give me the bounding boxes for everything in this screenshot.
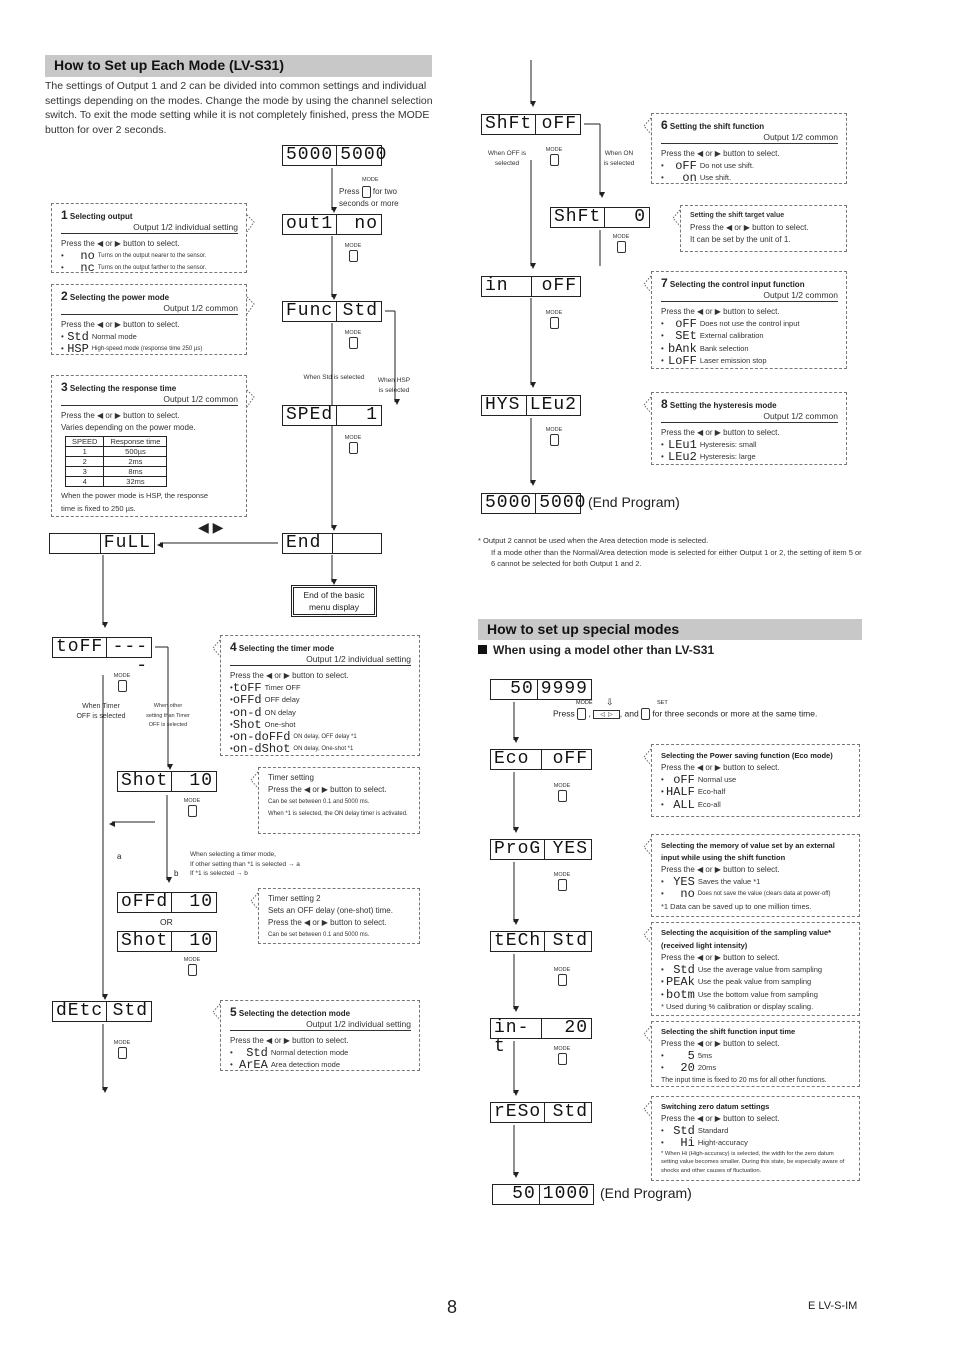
special-press-instruction: MODE ⇩ SET Press , ◁ ▷, and for three se… [553,697,818,720]
special-section-title: How to set up special modes [478,619,862,640]
setting-box-6: 6 Setting the shift function Output 1/2 … [651,113,847,185]
setting-box-1: 1 Selecting output Output 1/2 individual… [51,203,247,275]
lcd-display-eco: Eco oFF [490,749,592,770]
label-b: b [174,869,179,878]
eco-mode-box: Selecting the Power saving function (Eco… [651,744,860,817]
timer-setting-2-box: Timer setting 2 Sets an OFF delay (one-s… [258,888,420,944]
lcd-display-end: 50 1000 [492,1184,594,1205]
when-timer-off-label: When Timer OFF is selected [76,703,126,720]
set-button-icon [641,708,651,720]
end-basic-menu-note: End of the basic menu display [291,585,377,617]
mode-button-icon: MODE [611,234,631,253]
mode-button-icon: MODE [552,783,572,802]
memory-box: Selecting the memory of value set by an … [651,834,860,917]
zero-datum-box: Switching zero datum settings Press the … [651,1096,860,1181]
when-std-label: When Std is selected [303,374,365,381]
lcd-display-end: 5000 5000 [481,493,585,514]
mode-button-icon: MODE [544,427,564,446]
setting-box-8: 8 Setting the hysteresis mode Output 1/2… [651,392,847,465]
mode-button-icon [577,708,587,720]
lcd-display-out: out1 no [282,214,382,235]
lcd-display-sped: SPEd 1 [282,405,382,426]
lcd-display-shot: Shot 10 [117,771,217,792]
shift-target-box: Setting the shift target value Press the… [680,205,847,252]
left-right-arrows-icon: ◀ ▶ [198,519,224,535]
lcd-display-full: FuLL [49,533,155,554]
when-off-label: When OFF is selected [487,150,527,167]
lcd-display-in: in oFF [481,276,581,297]
when-other-label: When other setting than Timer OFF is sel… [146,703,190,728]
lcd-display-start: 5000 5000 [282,145,386,166]
mode-button-icon: MODE [544,310,564,329]
special-subtitle: When using a model other than LV-S31 [478,643,714,657]
lcd-display-int: in-t 20 [490,1018,592,1057]
mode-button-icon: MODE [182,957,202,976]
response-time-table: SPEED Response time 1 500µs 2 2ms 3 8ms 4 32m… [64,436,168,488]
mode-button-icon: MODE [343,330,363,349]
timer-setting-box: Timer setting Press the ◀ or ▶ button to… [258,767,420,834]
when-on-label: When ON is selected [603,150,635,167]
lcd-display-shft-value: ShFt 0 [550,207,650,228]
mode-button-icon: MODE [552,967,572,986]
mode-button-icon: MODE [552,1046,572,1065]
setting-box-2: 2 Selecting the power mode Output 1/2 co… [51,284,247,356]
down-arrow-icon: ⇩ [606,697,614,707]
lcd-display-reso: rESo Std [490,1102,592,1123]
mode-button-icon: MODE [112,673,132,692]
mode-button-icon: MODE [552,872,572,891]
lcd-display-hys: HYS LEu2 [481,395,581,416]
setting-box-3: 3 Selecting the response time Output 1/2… [51,375,247,517]
lcd-display-func: Func Std [282,301,382,322]
page-number: 8 [447,1297,458,1317]
sampling-box: Selecting the acquisition of the samplin… [651,922,860,1016]
mode-button-icon: MODE [343,243,363,262]
lcd-display-toff: toFF ---- [52,637,152,676]
lcd-display-offd: oFFd 10 [117,892,217,913]
document-code: E LV-S-IM [808,1300,858,1312]
setting-box-4: 4 Selecting the timer mode Output 1/2 in… [220,635,420,756]
end-program-label: (End Program) [588,494,680,510]
shift-input-time-box: Selecting the shift function input time … [651,1021,860,1087]
setting-box-7: 7 Selecting the control input function O… [651,271,847,369]
lcd-display-shft: ShFt oFF [481,114,581,135]
intro-text: The settings of Output 1 and 2 can be di… [45,80,433,136]
mode-button-icon: MODE [182,798,202,817]
end-program-label: (End Program) [600,1185,692,1201]
mode-button-icon: MODE [544,147,564,166]
mode-button-icon: MODE [112,1040,132,1059]
left-right-button-icon: ◁ ▷ [593,709,620,719]
section-title: How to Set up Each Mode (LV-S31) [45,55,432,77]
lcd-display-shot: Shot 10 [117,931,217,952]
lcd-display-tech: tECh Std [490,931,592,952]
lcd-display-end: End [282,533,382,554]
label-a: a [117,852,122,861]
mode-button-icon: MODE [343,435,363,454]
mode-button-icon [361,186,371,198]
when-hsp-label: When HSP is selected [377,377,411,394]
lcd-display-prog: ProG YES [490,839,592,860]
lcd-display-start: 50 9999 [490,679,592,700]
footnote: * Output 2 cannot be used when the Area … [478,536,862,568]
setting-box-5: 5 Selecting the detection mode Output 1/… [220,1000,420,1072]
press-mode-instruction: MODE Press for two seconds or more [339,177,399,208]
or-label: OR [160,917,173,927]
lcd-display-detc: dEtc Std [52,1001,152,1022]
timer-mode-note: When selecting a timer mode, If other set… [190,851,300,877]
square-bullet-icon [478,645,487,654]
